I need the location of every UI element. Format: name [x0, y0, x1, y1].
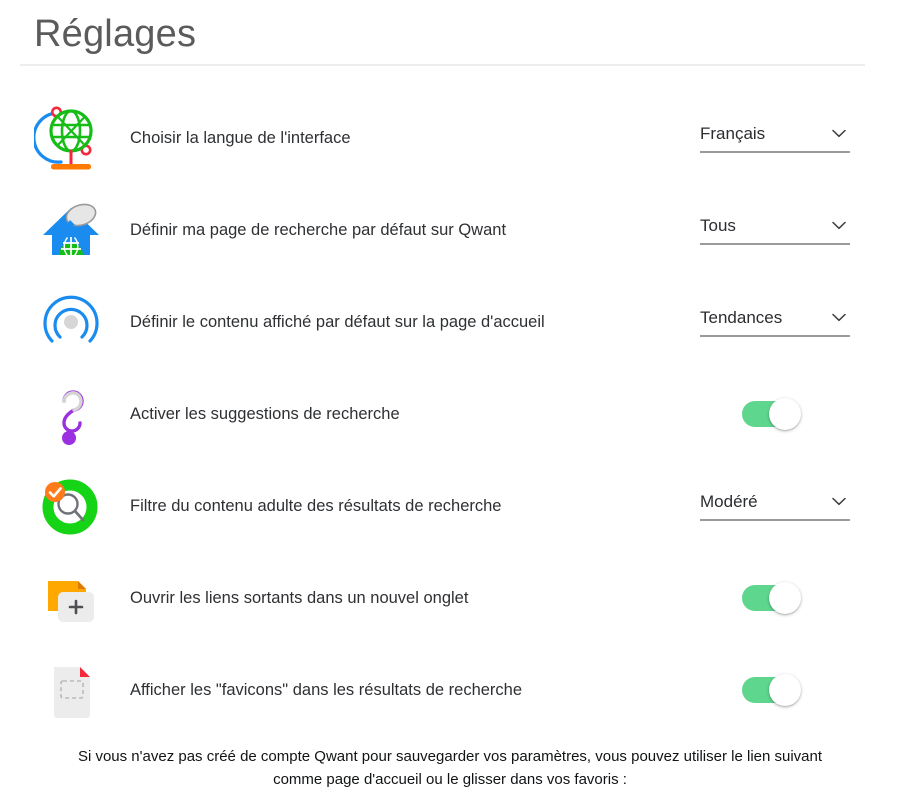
setting-row-homepage-content: Définir le contenu affiché par défaut su…	[0, 276, 900, 368]
setting-label: Filtre du contenu adulte des résultats d…	[130, 497, 502, 515]
setting-label: Activer les suggestions de recherche	[130, 405, 400, 423]
page-header: Réglages	[0, 0, 900, 58]
toggle-knob	[769, 398, 801, 430]
adult-filter-select-value: Modéré	[700, 491, 758, 511]
setting-control: Modéré	[700, 492, 900, 521]
language-select-value: Français	[700, 123, 766, 143]
question-mark-icon	[34, 373, 130, 455]
setting-label: Choisir la langue de l'interface	[130, 129, 351, 147]
default-search-select[interactable]: Tous	[700, 216, 850, 245]
default-search-select-value: Tous	[700, 215, 736, 235]
setting-row-language: Choisir la langue de l'interface Françai…	[0, 92, 900, 184]
footer-note: Si vous n'avez pas créé de compte Qwant …	[0, 745, 900, 791]
chevron-down-icon	[832, 313, 846, 322]
setting-row-adult-filter: Filtre du contenu adulte des résultats d…	[0, 460, 900, 552]
new-tab-toggle[interactable]	[742, 582, 801, 614]
setting-row-search-suggestions: Activer les suggestions de recherche	[0, 368, 900, 460]
new-tab-icon	[34, 557, 130, 639]
setting-control	[700, 398, 900, 430]
header-divider	[20, 64, 865, 66]
setting-row-favicons: Afficher les "favicons" dans les résulta…	[0, 644, 900, 736]
chevron-down-icon	[832, 497, 846, 506]
setting-label: Ouvrir les liens sortants dans un nouvel…	[130, 589, 469, 607]
setting-row-default-search: Définir ma page de recherche par défaut …	[0, 184, 900, 276]
setting-label: Définir le contenu affiché par défaut su…	[130, 313, 545, 331]
setting-row-new-tab: Ouvrir les liens sortants dans un nouvel…	[0, 552, 900, 644]
globe-stand-icon	[34, 97, 130, 179]
favicon-page-icon	[34, 649, 130, 731]
chevron-down-icon	[832, 221, 846, 230]
setting-control: Français	[700, 124, 900, 153]
setting-control: Tendances	[700, 308, 900, 337]
page-title: Réglages	[34, 13, 197, 55]
radar-trends-icon	[34, 281, 130, 363]
settings-list: Choisir la langue de l'interface Françai…	[0, 92, 900, 736]
setting-label: Définir ma page de recherche par défaut …	[130, 221, 507, 239]
language-select[interactable]: Français	[700, 124, 850, 153]
chevron-down-icon	[832, 129, 846, 138]
setting-control	[700, 582, 900, 614]
setting-control	[700, 674, 900, 706]
settings-page: Réglages Choisir la langue de l'interfac…	[0, 0, 900, 795]
homepage-content-select[interactable]: Tendances	[700, 308, 850, 337]
home-search-icon	[34, 189, 130, 271]
favicons-toggle[interactable]	[742, 674, 801, 706]
search-suggestions-toggle[interactable]	[742, 398, 801, 430]
safe-search-icon	[34, 465, 130, 547]
homepage-content-select-value: Tendances	[700, 307, 783, 327]
toggle-knob	[769, 674, 801, 706]
footer-note-line-2: comme page d'accueil ou le glisser dans …	[273, 771, 627, 788]
footer-note-line-1: Si vous n'avez pas créé de compte Qwant …	[77, 748, 823, 765]
adult-filter-select[interactable]: Modéré	[700, 492, 850, 521]
setting-label: Afficher les "favicons" dans les résulta…	[130, 681, 523, 699]
setting-control: Tous	[700, 216, 900, 245]
toggle-knob	[769, 582, 801, 614]
